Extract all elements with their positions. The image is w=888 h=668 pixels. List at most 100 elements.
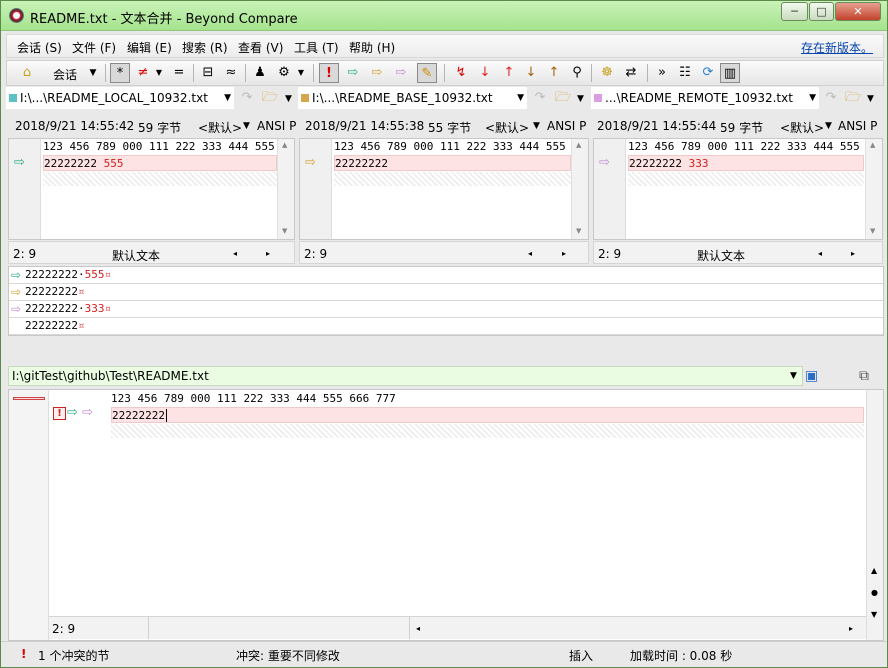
base-charset[interactable]: ANSI P <box>547 119 586 133</box>
binoculars-icon[interactable]: ⚲ <box>567 63 587 83</box>
menu-edit[interactable]: 编辑 (E) <box>127 39 172 56</box>
scroll-down-icon[interactable]: ▼ <box>282 227 287 235</box>
scroll-right-icon[interactable]: ▸ <box>266 249 270 258</box>
conflict-icon[interactable]: ! <box>53 407 66 420</box>
folder-icon[interactable]: 🗁 <box>260 88 280 108</box>
redo-icon[interactable]: ↷ <box>821 88 841 108</box>
window-layout-icon[interactable]: ⧉ <box>859 368 869 384</box>
save-icon[interactable]: ▣ <box>805 368 818 384</box>
home-icon[interactable]: ⌂ <box>17 63 37 83</box>
menu-help[interactable]: 帮助 (H) <box>349 39 395 56</box>
scroll-up-icon[interactable]: ▲ <box>576 141 581 149</box>
minimize-button[interactable]: ─ <box>781 2 808 21</box>
remote-vertical-scrollbar[interactable]: ▲ ▼ <box>865 139 882 239</box>
menu-file[interactable]: 文件 (F) <box>72 39 116 56</box>
session-label[interactable]: 会话 <box>53 66 77 83</box>
take-left-icon[interactable]: ⇨ <box>343 63 363 83</box>
local-charset[interactable]: ANSI P <box>257 119 296 133</box>
scroll-left-icon[interactable]: ◂ <box>233 249 237 258</box>
output-pane[interactable]: ! ⇨ ⇨ 123 456 789 000 111 222 333 444 55… <box>8 389 884 641</box>
remote-format[interactable]: 默认文本 <box>697 247 745 264</box>
remote-charset[interactable]: ANSI P <box>838 119 877 133</box>
chevron-down-icon[interactable]: ▼ <box>224 93 231 103</box>
menu-search[interactable]: 搜索 (R) <box>182 39 228 56</box>
path-field-remote[interactable]: ...\README_REMOTE_10932.txt ▼ <box>591 87 819 109</box>
local-encoding[interactable]: <默认> <box>198 119 242 136</box>
approximate-icon[interactable]: ≈ <box>221 63 241 83</box>
conflict-icon[interactable]: ! <box>319 63 339 83</box>
scroll-down-icon[interactable]: ▼ <box>871 610 877 619</box>
expand-icon[interactable]: » <box>652 63 672 83</box>
show-same-icon[interactable]: = <box>169 63 189 83</box>
swap-icon[interactable]: ⇄ <box>621 63 641 83</box>
person-icon[interactable]: ♟ <box>250 63 270 83</box>
take-right-icon[interactable]: ⇨ <box>82 405 93 420</box>
chevron-down-icon[interactable]: ▼ <box>790 371 797 381</box>
output-vertical-scrollbar[interactable]: ▲ ● ▼ <box>866 390 883 640</box>
toolbar-separator <box>193 64 194 82</box>
scroll-right-icon[interactable]: ▸ <box>849 624 853 633</box>
next-conflict-icon[interactable]: ↯ <box>451 63 471 83</box>
scroll-down-icon[interactable]: ▼ <box>576 227 581 235</box>
take-center-icon[interactable]: ⇨ <box>367 63 387 83</box>
merge-icon[interactable]: ☸ <box>597 63 617 83</box>
scroll-left-icon[interactable]: ◂ <box>416 624 420 633</box>
scroll-right-icon[interactable]: ▸ <box>851 249 855 258</box>
menu-view[interactable]: 查看 (V) <box>238 39 283 56</box>
chevron-down-icon[interactable]: ▼ <box>825 121 832 131</box>
remote-arrow-icon: ⇨ <box>11 302 22 316</box>
chevron-down-icon[interactable]: ▼ <box>285 94 292 104</box>
local-format[interactable]: 默认文本 <box>112 247 160 264</box>
base-pane[interactable]: ⇨ 123 456 789 000 111 222 333 444 555 22… <box>299 138 589 240</box>
arrow-up-icon[interactable]: ↑ <box>499 63 519 83</box>
scroll-down-icon[interactable]: ▼ <box>870 227 875 235</box>
details-icon[interactable]: ☷ <box>675 63 695 83</box>
menu-tools[interactable]: 工具 (T) <box>294 39 339 56</box>
chevron-down-icon[interactable]: ▼ <box>149 63 169 83</box>
base-encoding[interactable]: <默认> <box>485 119 529 136</box>
scroll-up-icon[interactable]: ▲ <box>870 141 875 149</box>
refresh-icon[interactable]: ⟳ <box>698 63 718 83</box>
redo-icon[interactable]: ↷ <box>237 88 257 108</box>
folder-icon[interactable]: 🗁 <box>843 88 863 108</box>
chevron-down-icon[interactable]: ▼ <box>809 93 816 103</box>
chevron-down-icon[interactable]: ▼ <box>517 93 524 103</box>
scroll-up-icon[interactable]: ▲ <box>871 566 877 575</box>
next-diff-icon[interactable]: ↓ <box>521 63 541 83</box>
chevron-down-icon[interactable]: ▼ <box>291 63 311 83</box>
chevron-down-icon[interactable]: ▼ <box>83 63 103 83</box>
path-field-local[interactable]: I:\...\README_LOCAL_10932.txt ▼ <box>6 87 234 109</box>
edit-pen-icon[interactable]: ✎ <box>417 63 437 83</box>
chevron-down-icon[interactable]: ▼ <box>243 121 250 131</box>
arrow-down-icon[interactable]: ↓ <box>475 63 495 83</box>
menu-session[interactable]: 会话 (S) <box>17 39 62 56</box>
scroll-left-icon[interactable]: ◂ <box>528 249 532 258</box>
local-color-swatch <box>9 94 17 102</box>
folder-icon[interactable]: 🗁 <box>553 88 573 108</box>
chevron-down-icon[interactable]: ▼ <box>533 121 540 131</box>
local-vertical-scrollbar[interactable]: ▲ ▼ <box>277 139 294 239</box>
output-path-field[interactable]: I:\gitTest\github\Test\README.txt ▼ <box>8 366 803 386</box>
update-available-link[interactable]: 存在新版本。 <box>801 39 873 56</box>
local-pane[interactable]: ⇨ 123 456 789 000 111 222 333 444 555 22… <box>8 138 295 240</box>
path-field-base[interactable]: I:\...\README_BASE_10932.txt ▼ <box>298 87 527 109</box>
scroll-up-icon[interactable]: ▲ <box>282 141 287 149</box>
scroll-left-icon[interactable]: ◂ <box>818 249 822 258</box>
scroll-center-icon[interactable]: ● <box>871 588 878 597</box>
take-right-icon[interactable]: ⇨ <box>391 63 411 83</box>
layout-icon[interactable]: ▥ <box>720 63 740 83</box>
prev-diff-icon[interactable]: ↑ <box>544 63 564 83</box>
scroll-right-icon[interactable]: ▸ <box>562 249 566 258</box>
base-vertical-scrollbar[interactable]: ▲ ▼ <box>571 139 588 239</box>
redo-icon[interactable]: ↷ <box>530 88 550 108</box>
chevron-down-icon[interactable]: ▼ <box>577 94 584 104</box>
chevron-down-icon[interactable]: ▼ <box>867 94 874 104</box>
take-left-icon[interactable]: ⇨ <box>67 405 78 420</box>
close-button[interactable]: ✕ <box>835 2 881 21</box>
remote-encoding[interactable]: <默认> <box>780 119 824 136</box>
maximize-button[interactable]: □ <box>809 2 834 21</box>
base-line-2: 22222222 <box>334 155 571 171</box>
show-all-button[interactable]: * <box>110 63 130 83</box>
rules-icon[interactable]: ⊟ <box>198 63 218 83</box>
remote-pane[interactable]: ⇨ 123 456 789 000 111 222 333 444 555 22… <box>593 138 883 240</box>
